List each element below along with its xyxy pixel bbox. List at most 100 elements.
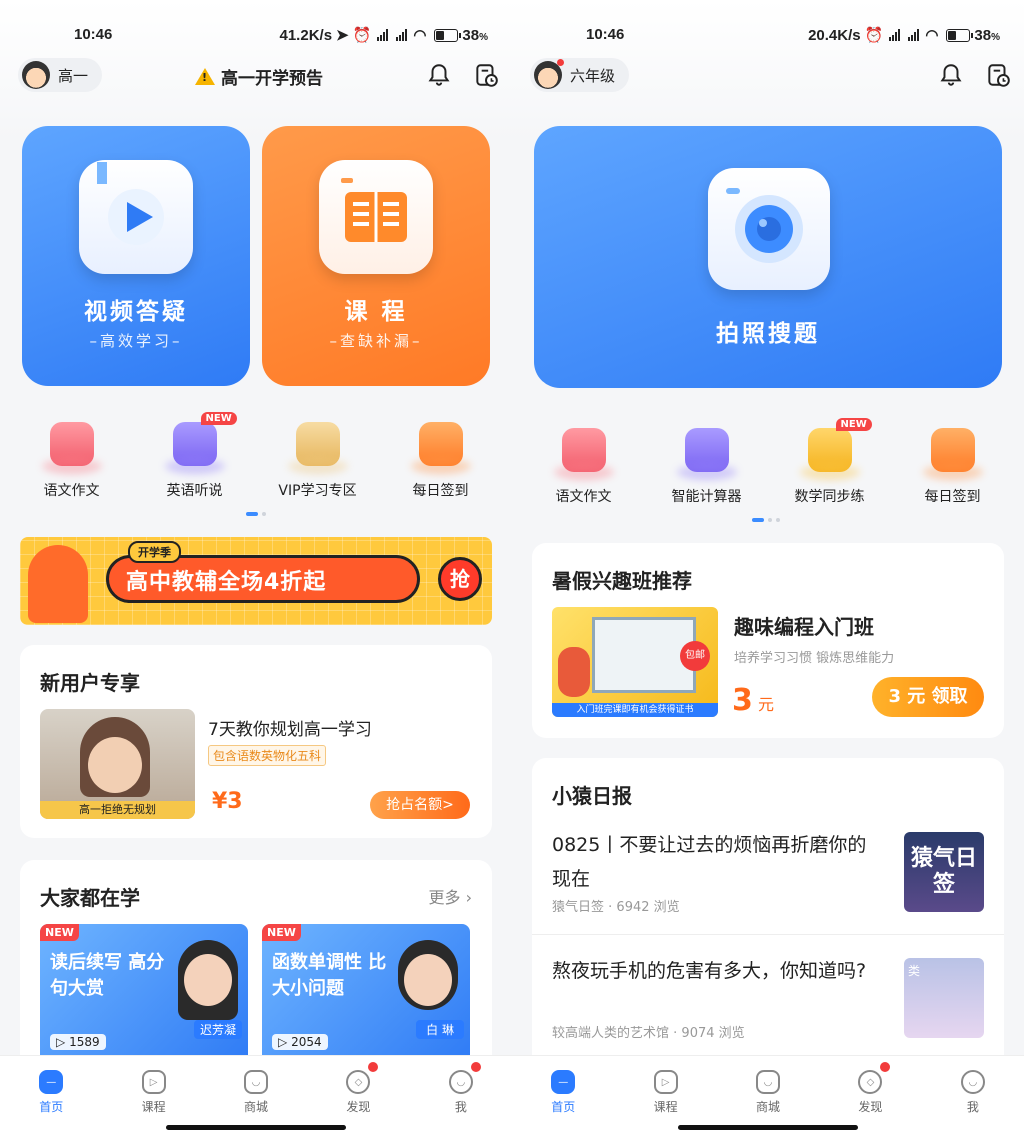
- article-thumbnail: 类: [904, 958, 984, 1038]
- bell-icon[interactable]: [938, 62, 964, 88]
- calendar-check-icon: [930, 428, 975, 472]
- course-desc: 培养学习习惯 锻炼思维能力: [734, 651, 895, 666]
- card-subtitle: –查缺补漏–: [329, 332, 423, 350]
- book-icon: [49, 422, 94, 466]
- profile-icon: ◡: [960, 1070, 985, 1094]
- signal-icon: [908, 29, 920, 41]
- card-subtitle: –高效学习–: [89, 332, 183, 350]
- signal-icon: [396, 29, 408, 41]
- announcement-title: 高一开学预告: [221, 69, 323, 89]
- battery-percent: 38%: [974, 26, 1000, 44]
- card-title: 拍照搜题: [716, 321, 820, 347]
- status-bar: 10:46 20.4K/s ⏰ ◠ 38%: [512, 24, 1024, 46]
- mascot-avatar: [534, 59, 564, 89]
- article-item[interactable]: 熬夜玩手机的危害有多大，你知道吗? 较高端人类的艺术馆 · 9074 浏览 类: [532, 954, 1004, 1064]
- exercise-icon: [807, 428, 852, 472]
- grade-label: 六年级: [570, 66, 616, 85]
- photo-search-card[interactable]: 拍照搜题: [534, 126, 1002, 388]
- grab-button[interactable]: 抢: [438, 557, 482, 601]
- teacher-name: 迟芳凝: [193, 1020, 242, 1039]
- play-icon: [97, 162, 164, 245]
- home-indicator: [678, 1125, 858, 1130]
- course-card[interactable]: 课 程 –查缺补漏–: [262, 126, 490, 386]
- grid-item-composition[interactable]: 语文作文: [522, 428, 645, 506]
- status-time: 10:46: [586, 26, 625, 43]
- course-tile[interactable]: NEW 读后续写 高分句大赏 迟芳凝 ▷ 1589: [40, 924, 248, 1064]
- article-item[interactable]: 0825丨不要让过去的烦恼再折磨你的现在 猿气日签 · 6942 浏览 猿气日签: [532, 824, 1004, 935]
- grid-item-checkin[interactable]: 每日签到: [891, 428, 1014, 506]
- new-user-card: 新用户专享 高一拒绝无规划 7天教你规划高一学习 包含语数英物化五科 ¥3 抢占…: [20, 645, 492, 838]
- grade-selector[interactable]: 高一: [18, 58, 103, 92]
- shop-icon: ◡: [756, 1070, 781, 1094]
- course-title[interactable]: 7天教你规划高一学习: [208, 715, 372, 740]
- network-speed: 20.4K/s: [808, 26, 861, 44]
- new-badge: NEW: [40, 924, 79, 941]
- article-title: 熬夜玩手机的危害有多大，你知道吗?: [552, 960, 867, 982]
- warning-icon: !: [195, 68, 215, 85]
- history-icon[interactable]: [985, 62, 1011, 88]
- course-thumbnail[interactable]: 高一拒绝无规划: [40, 709, 195, 819]
- bell-icon[interactable]: [426, 62, 452, 88]
- tab-home[interactable]: — 首页: [0, 1056, 102, 1138]
- daily-section: 小猿日报 0825丨不要让过去的烦恼再折磨你的现在 猿气日签 · 6942 浏览…: [532, 758, 1004, 1078]
- course-thumbnail[interactable]: 包邮 入门班完课即有机会获得证书: [552, 607, 718, 717]
- tab-me[interactable]: ◡ 我: [922, 1056, 1024, 1138]
- grid-item-math-practice[interactable]: NEW 数学同步练: [768, 418, 891, 506]
- grade-selector[interactable]: 六年级: [530, 58, 630, 92]
- article-title: 0825丨不要让过去的烦恼再折磨你的现在: [552, 834, 867, 890]
- grid-item-english-listening[interactable]: NEW 英语听说: [133, 412, 256, 500]
- claim-spot-button[interactable]: 抢占名额>: [370, 791, 470, 819]
- bottom-tab-bar: — 首页 ▷ 课程 ◡ 商城 ◇ 发现 ◡ 我: [0, 1055, 512, 1138]
- compass-icon: ◇: [858, 1070, 883, 1094]
- tab-me[interactable]: ◡ 我: [410, 1056, 512, 1138]
- home-indicator: [166, 1125, 346, 1130]
- grid-item-checkin[interactable]: 每日签到: [379, 422, 502, 500]
- article-meta: 较高端人类的艺术馆 · 9074 浏览: [552, 1026, 745, 1041]
- history-icon[interactable]: [473, 62, 499, 88]
- home-icon: —: [551, 1070, 576, 1094]
- summer-class-card: 暑假兴趣班推荐 包邮 入门班完课即有机会获得证书 趣味编程入门班 培养学习习惯 …: [532, 543, 1004, 738]
- notification-dot: [557, 59, 564, 66]
- wifi-icon: ◠: [925, 27, 939, 44]
- bottom-tab-bar: — 首页 ▷ 课程 ◡ 商城 ◇ 发现 ◡ 我: [512, 1055, 1024, 1138]
- alarm-icon: ⏰: [352, 27, 372, 44]
- claim-button[interactable]: 3 元 领取: [872, 677, 984, 717]
- battery-percent: 38%: [462, 26, 488, 44]
- banner-text: 高中教辅全场4折起: [126, 570, 327, 595]
- play-icon: ▷: [141, 1070, 166, 1094]
- tile-title: 函数单调性 比大小问题: [272, 952, 387, 999]
- calculator-icon: [684, 428, 729, 472]
- page-indicator: [752, 518, 780, 522]
- grid-item-composition[interactable]: 语文作文: [10, 422, 133, 500]
- tile-title: 读后续写 高分句大赏: [50, 952, 165, 999]
- signal-icon: [377, 29, 389, 41]
- card-title: 视频答疑: [84, 299, 188, 325]
- tab-home[interactable]: — 首页: [512, 1056, 614, 1138]
- video-qa-card[interactable]: 视频答疑 –高效学习–: [22, 126, 250, 386]
- course-tile[interactable]: NEW 函数单调性 比大小问题 白 琳 ▷ 2054: [262, 924, 470, 1064]
- banner-badge: 开学季: [128, 541, 181, 563]
- profile-icon: ◡: [448, 1070, 473, 1094]
- book-icon: [561, 428, 606, 472]
- thumb-strip: 入门班完课即有机会获得证书: [552, 703, 718, 717]
- shop-icon: ◡: [244, 1070, 269, 1094]
- teacher-name: 白 琳: [416, 1020, 464, 1039]
- article-meta: 猿气日签 · 6942 浏览: [552, 900, 680, 915]
- course-price: 3 元: [732, 683, 774, 718]
- new-badge: NEW: [200, 412, 237, 425]
- course-price: ¥3: [212, 789, 243, 814]
- promo-banner[interactable]: 开学季 高中教辅全场4折起 抢: [20, 537, 492, 625]
- header: 六年级: [512, 58, 1024, 94]
- mascot-avatar: [22, 61, 50, 89]
- more-link[interactable]: 更多 ›: [428, 884, 472, 908]
- thumb-caption: 高一拒绝无规划: [40, 801, 195, 819]
- page-indicator: [246, 512, 266, 516]
- course-title[interactable]: 趣味编程入门班: [734, 611, 874, 640]
- grid-item-calculator[interactable]: 智能计算器: [645, 428, 768, 506]
- mascot-image: [558, 647, 590, 697]
- announcement-link[interactable]: ! 高一开学预告: [195, 64, 323, 89]
- status-time: 10:46: [74, 26, 113, 43]
- grid-item-vip[interactable]: VIP学习专区: [256, 422, 379, 500]
- view-count: ▷ 1589: [50, 1034, 106, 1050]
- article-thumbnail: 猿气日签: [904, 832, 984, 912]
